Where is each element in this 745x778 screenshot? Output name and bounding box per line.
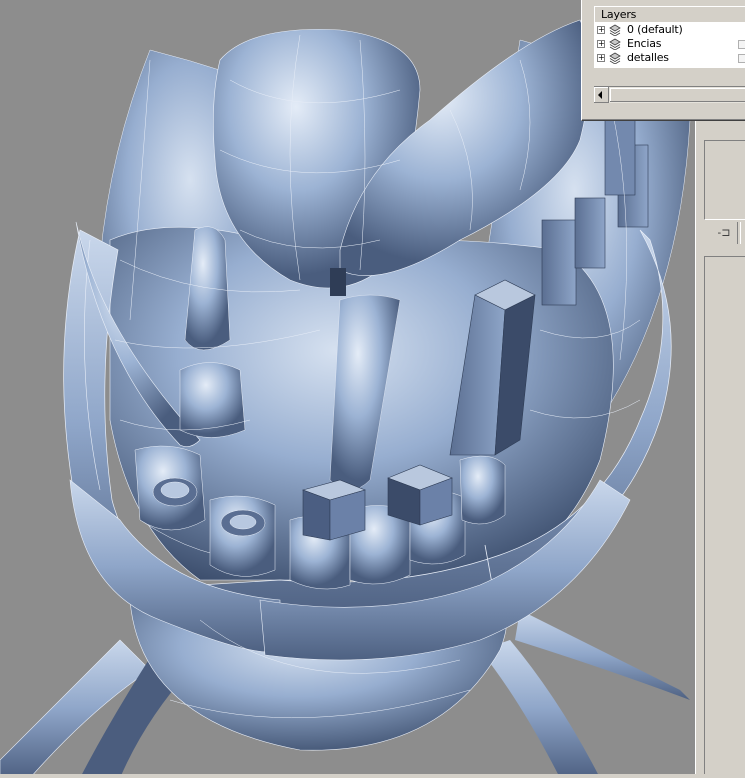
command-panel-rollout (704, 256, 745, 778)
layer-name: 0 (default) (627, 23, 683, 36)
layer-row-default[interactable]: + 0 (default) (594, 23, 745, 37)
layers-list: ▾ + 0 (default) + Encias + (594, 22, 745, 68)
panel-divider (737, 222, 741, 244)
command-panel-section (704, 140, 745, 220)
layer-stack-icon (609, 24, 621, 36)
layer-name: Encias (627, 37, 662, 50)
layers-column-header[interactable]: Layers (594, 6, 745, 23)
layers-window: Layers ▾ + 0 (default) + Encias + (581, 0, 745, 121)
layers-title: Layers (601, 8, 637, 21)
scroll-left-arrow-icon[interactable] (594, 87, 609, 103)
layer-name: detalles (627, 51, 669, 64)
layer-visibility-checkbox[interactable] (738, 54, 745, 63)
layer-visibility-checkbox[interactable] (738, 40, 745, 49)
plus-box-icon[interactable]: + (597, 26, 605, 34)
plus-box-icon[interactable]: + (597, 54, 605, 62)
layer-stack-icon (609, 52, 621, 64)
layer-row-detalles[interactable]: + detalles (594, 51, 745, 65)
scrollbar-thumb[interactable] (610, 88, 745, 102)
command-panel (695, 110, 745, 778)
layer-stack-icon (609, 38, 621, 50)
layer-row-encias[interactable]: + Encias (594, 37, 745, 51)
pin-icon[interactable]: -⊐ (713, 224, 735, 242)
plus-box-icon[interactable]: + (597, 40, 605, 48)
horizontal-scrollbar[interactable] (594, 86, 745, 103)
bottom-border (0, 774, 745, 778)
